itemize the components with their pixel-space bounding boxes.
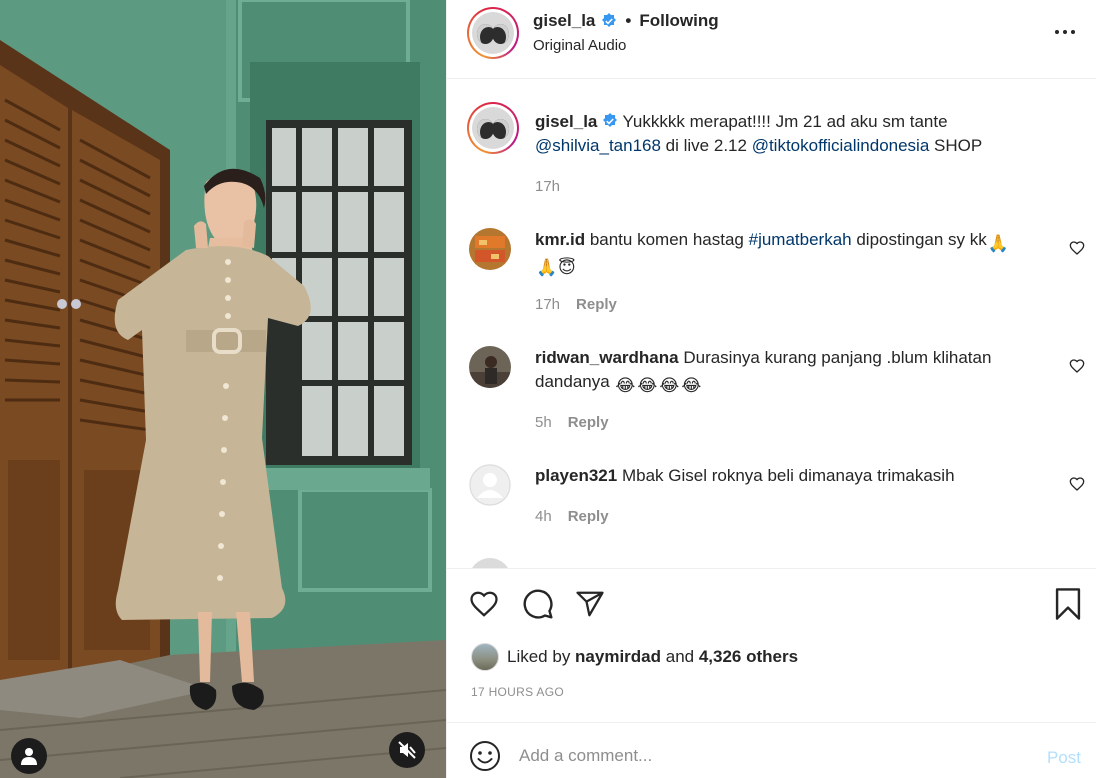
caption-username[interactable]: gisel_la <box>535 112 597 131</box>
heart-icon <box>470 591 498 617</box>
caption-time[interactable]: 17h <box>535 178 560 195</box>
author-avatar[interactable] <box>467 7 519 59</box>
tears-of-joy-icon: 😂 <box>681 376 702 395</box>
comment-icon <box>523 589 553 619</box>
like-comment-heart-icon[interactable] <box>1069 358 1085 374</box>
more-options-button[interactable] <box>1053 22 1077 42</box>
caption-text-part: di live 2.12 <box>660 136 752 155</box>
like-comment-heart-icon[interactable] <box>1069 476 1085 492</box>
smiling-halo-icon: 😇 <box>558 258 576 277</box>
comment-username[interactable]: playen321 <box>535 466 617 485</box>
comment-meta: 4h Reply <box>535 508 609 525</box>
mention-link[interactable]: @shilvia_tan168 <box>535 136 661 155</box>
likes-prefix: Liked by <box>507 647 576 666</box>
tears-of-joy-icon: 😂 <box>637 376 658 395</box>
caption-meta: 17h <box>535 178 560 195</box>
reply-button[interactable]: Reply <box>568 508 609 525</box>
comment-text: ridwan_wardhana Durasinya kurang panjang… <box>535 346 1055 395</box>
comment-input[interactable] <box>519 741 999 771</box>
tears-of-joy-icon: 😂 <box>659 376 680 395</box>
bookmark-icon <box>1055 588 1081 620</box>
comment-username[interactable]: ridwan_wardhana <box>535 348 679 367</box>
post-comment-button[interactable]: Post <box>1047 748 1081 768</box>
post-header: gisel_la • Following Original Audio <box>447 0 1096 79</box>
reply-button[interactable]: Reply <box>576 296 617 313</box>
likes-summary: Liked by naymirdad and 4,326 others <box>471 643 798 671</box>
following-button[interactable]: Following <box>639 11 718 31</box>
author-line: gisel_la • Following <box>533 11 719 31</box>
comment-text-part: Mbak Gisel roknya beli dimanaya trimakas… <box>617 466 955 485</box>
likes-text: Liked by naymirdad and 4,326 others <box>507 647 798 667</box>
comment-time[interactable]: 4h <box>535 508 552 525</box>
folded-hands-icon: 🙏 <box>536 258 558 277</box>
comment-text-part: dipostingan sy kk <box>851 230 987 249</box>
comment-meta: 5h Reply <box>535 414 609 431</box>
likes-middle: and <box>661 647 699 666</box>
user-icon <box>21 748 37 765</box>
like-button[interactable] <box>467 587 501 621</box>
save-button[interactable] <box>1051 587 1085 621</box>
comment-text-part: bantu komen hastag <box>585 230 749 249</box>
comment-meta: 17h Reply <box>535 296 617 313</box>
more-horizontal-icon <box>1055 30 1075 34</box>
liker-avatar[interactable] <box>471 643 499 671</box>
verified-badge-icon <box>603 113 618 127</box>
author-username[interactable]: gisel_la <box>533 11 595 31</box>
comment-time[interactable]: 5h <box>535 414 552 431</box>
separator-dot: • <box>625 11 632 30</box>
add-comment-form: Post <box>447 722 1096 778</box>
commenter-avatar[interactable] <box>469 464 511 506</box>
post-side-panel: gisel_la • Following Original Audio gise… <box>446 0 1096 778</box>
comments-list[interactable]: gisel_la Yukkkkk merapat!!!! Jm 21 ad ak… <box>447 80 1096 568</box>
post-timestamp[interactable]: 17 HOURS AGO <box>471 685 564 699</box>
like-comment-heart-icon[interactable] <box>1069 240 1085 256</box>
mute-button[interactable] <box>389 732 425 768</box>
post-media[interactable] <box>0 0 446 778</box>
comment-text: playen321 Mbak Gisel roknya beli dimanay… <box>535 464 1055 488</box>
likes-count[interactable]: 4,326 others <box>699 647 798 666</box>
share-button[interactable] <box>573 587 607 621</box>
hashtag-link[interactable]: #jumatberkah <box>749 230 852 249</box>
speaker-muted-icon <box>398 741 416 759</box>
audio-label[interactable]: Original Audio <box>533 37 626 54</box>
tagged-users-button[interactable] <box>11 738 47 774</box>
post-actions: Liked by naymirdad and 4,326 others 17 H… <box>447 568 1096 722</box>
caption-avatar[interactable] <box>467 102 519 154</box>
commenter-avatar[interactable] <box>469 346 511 388</box>
reply-button[interactable]: Reply <box>568 414 609 431</box>
commenter-avatar[interactable] <box>469 228 511 270</box>
mention-link[interactable]: @tiktokofficialindonesia <box>752 136 930 155</box>
commenter-avatar[interactable] <box>469 558 511 568</box>
caption-text: gisel_la Yukkkkk merapat!!!! Jm 21 ad ak… <box>535 110 1055 158</box>
comment-username[interactable]: kmr.id <box>535 230 585 249</box>
comment-button[interactable] <box>521 587 555 621</box>
caption-text-part: Yukkkkk merapat!!!! Jm 21 ad aku sm tant… <box>618 112 948 131</box>
folded-hands-icon: 🙏 <box>987 234 1009 253</box>
tears-of-joy-icon: 😂 <box>615 376 636 395</box>
verified-badge-icon <box>602 13 617 27</box>
video-frame <box>0 0 446 778</box>
comment-text: kmr.id bantu komen hastag #jumatberkah d… <box>535 228 1055 277</box>
comment-time[interactable]: 17h <box>535 296 560 313</box>
liker-username[interactable]: naymirdad <box>575 647 661 666</box>
emoji-picker-icon[interactable] <box>469 740 501 772</box>
share-icon <box>576 591 604 617</box>
caption-text-part: SHOP <box>929 136 983 155</box>
